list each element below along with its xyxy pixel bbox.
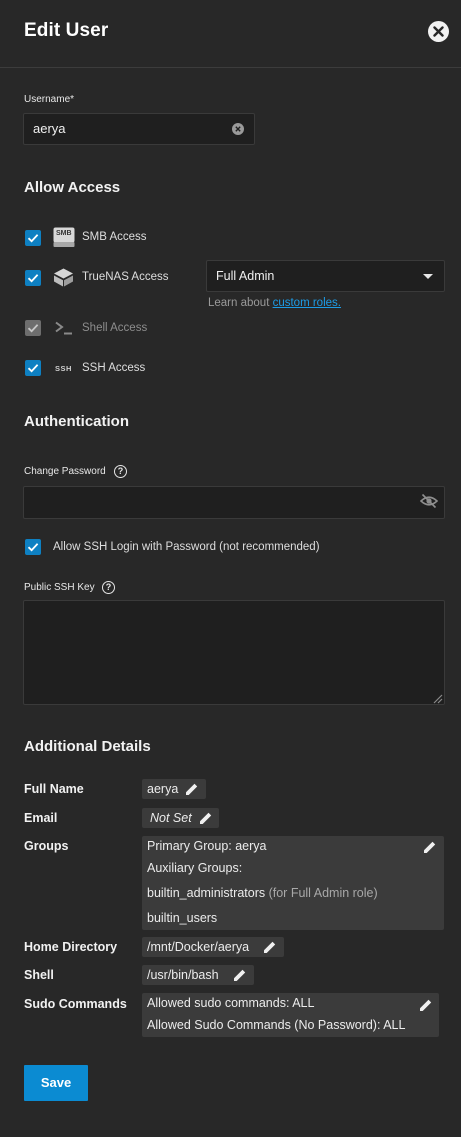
edit-pencil-icon [420,999,432,1011]
smb-access-checkbox[interactable] [25,230,41,246]
ssh-icon: SSH [55,364,72,373]
ssh-password-login-label: Allow SSH Login with Password (not recom… [53,541,320,553]
dropdown-caret-icon [423,274,433,279]
help-icon[interactable]: ? [102,581,115,594]
home-directory-label: Home Directory [24,940,118,954]
role-select-value: Full Admin [216,269,275,283]
username-label: Username* [24,94,75,105]
groups-value[interactable]: Primary Group: aerya Auxiliary Groups: b… [142,836,444,930]
smb-icon: SMB [53,227,75,253]
full-name-label: Full Name [24,782,84,796]
help-icon[interactable]: ? [114,465,127,478]
change-password-label: Change Password [24,466,106,477]
clear-icon[interactable] [232,123,244,135]
additional-details-heading: Additional Details [24,738,151,755]
custom-roles-hint: Learn about custom roles. [208,297,341,309]
ssh-access-label: SSH Access [82,362,146,374]
dialog-title: Edit User [24,20,109,41]
username-input[interactable]: aerya [23,113,255,145]
public-ssh-key-textarea[interactable] [23,600,445,705]
resize-grip-icon[interactable] [431,691,443,709]
sudo-commands-label: Sudo Commands [24,997,127,1011]
terminal-icon [55,321,73,340]
smb-access-label: SMB Access [82,231,147,243]
groups-label: Groups [24,839,69,853]
role-select[interactable]: Full Admin [206,260,445,292]
shell-access-label: Shell Access [82,322,148,334]
custom-roles-link[interactable]: custom roles. [273,297,341,309]
edit-pencil-icon [186,783,198,795]
dialog-header: Edit User [0,0,461,68]
ssh-access-checkbox[interactable] [25,360,41,376]
shell-access-checkbox [25,320,41,336]
shell-value[interactable]: /usr/bin/bash [142,965,254,985]
email-label: Email [24,811,58,825]
email-value[interactable]: Not Set [142,808,219,828]
edit-pencil-icon [200,812,212,824]
ssh-password-login-checkbox[interactable] [25,539,41,555]
home-directory-value[interactable]: /mnt/Docker/aerya [142,937,284,957]
truenas-access-label: TrueNAS Access [82,271,169,283]
edit-pencil-icon [264,941,276,953]
password-input[interactable] [23,486,445,519]
truenas-logo-icon [53,268,74,292]
full-name-value[interactable]: aerya [142,779,206,799]
authentication-heading: Authentication [24,413,129,430]
truenas-access-checkbox[interactable] [25,270,41,286]
edit-pencil-icon [234,969,246,981]
shell-label: Shell [24,968,54,982]
edit-pencil-icon [424,841,436,853]
eye-off-icon[interactable] [419,493,439,514]
close-icon [433,26,444,37]
close-button[interactable] [428,21,449,42]
allow-access-heading: Allow Access [24,179,121,196]
save-button[interactable]: Save [24,1065,88,1101]
sudo-commands-value[interactable]: Allowed sudo commands: ALL Allowed Sudo … [142,993,439,1037]
public-ssh-key-label: Public SSH Key [24,582,95,593]
